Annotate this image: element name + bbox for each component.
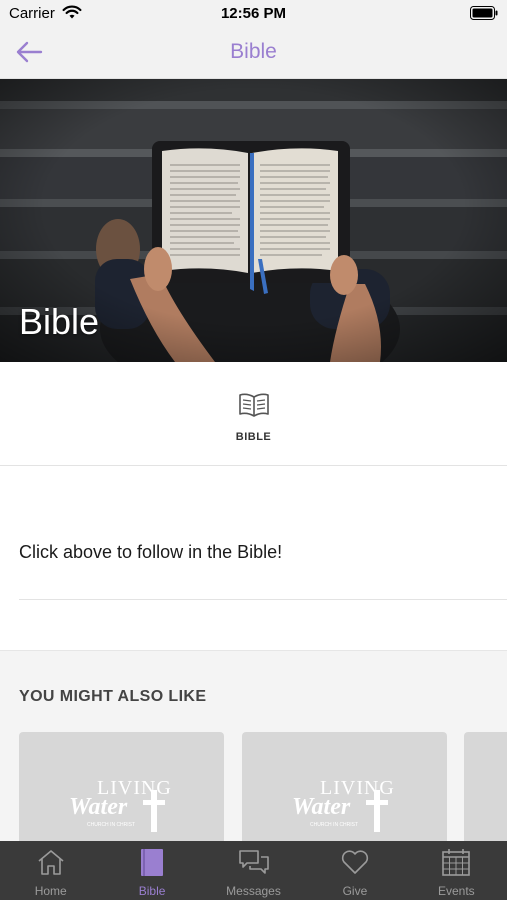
living-water-logo: LIVING Water CHURCH IN CHRIST: [290, 776, 400, 841]
calendar-icon: [441, 848, 471, 881]
divider: [19, 599, 507, 600]
tab-bible[interactable]: Bible: [101, 841, 202, 900]
tab-events[interactable]: Events: [406, 841, 507, 900]
status-bar: Carrier 12:56 PM: [0, 0, 507, 28]
svg-text:CHURCH IN CHRIST: CHURCH IN CHRIST: [87, 822, 135, 828]
battery-icon: [470, 6, 498, 25]
tab-home-label: Home: [34, 884, 67, 898]
instruction-text: Click above to follow in the Bible!: [19, 542, 283, 562]
home-icon: [36, 848, 66, 881]
tab-messages-label: Messages: [226, 884, 281, 898]
svg-text:CHURCH IN CHRIST: CHURCH IN CHRIST: [310, 822, 358, 828]
page-title: Bible: [230, 40, 277, 63]
section-title: YOU MIGHT ALSO LIKE: [19, 688, 207, 705]
open-book-icon: [238, 392, 270, 423]
living-water-logo: LIVING Water CHURCH IN CHRIST: [67, 776, 177, 841]
status-time: 12:56 PM: [220, 5, 287, 22]
recommendation-card[interactable]: LIVING Water CHURCH IN CHRIST: [242, 732, 447, 841]
recommendation-card[interactable]: [464, 732, 507, 841]
recommendation-card[interactable]: LIVING Water CHURCH IN CHRIST: [19, 732, 224, 841]
bottom-tab-bar: Home Bible Messages Give Events: [0, 841, 507, 900]
bible-tab-label: BIBLE: [235, 431, 272, 443]
tab-give-label: Give: [342, 884, 368, 898]
tab-bible-label: Bible: [138, 884, 166, 898]
chat-bubbles-icon: [238, 848, 270, 881]
arrow-left-icon: [14, 41, 44, 68]
svg-text:Water: Water: [69, 794, 128, 820]
back-button[interactable]: [14, 40, 48, 68]
navigation-bar: Bible: [0, 28, 507, 79]
heart-icon: [340, 848, 370, 881]
tab-home[interactable]: Home: [0, 841, 101, 900]
bible-book-icon: [137, 848, 167, 881]
tab-events-label: Events: [437, 884, 475, 898]
recommendations-section: YOU MIGHT ALSO LIKE LIVING Water CHURCH …: [0, 650, 507, 841]
tab-give[interactable]: Give: [304, 841, 405, 900]
hero-title: Bible: [19, 301, 100, 342]
bible-section-tabs: BIBLE: [0, 362, 507, 466]
hero-banner: Bible: [0, 79, 507, 362]
tab-messages[interactable]: Messages: [203, 841, 304, 900]
content-section: Click above to follow in the Bible!: [0, 466, 507, 650]
svg-text:Water: Water: [292, 794, 351, 820]
bible-tab-button[interactable]: BIBLE: [203, 392, 304, 452]
